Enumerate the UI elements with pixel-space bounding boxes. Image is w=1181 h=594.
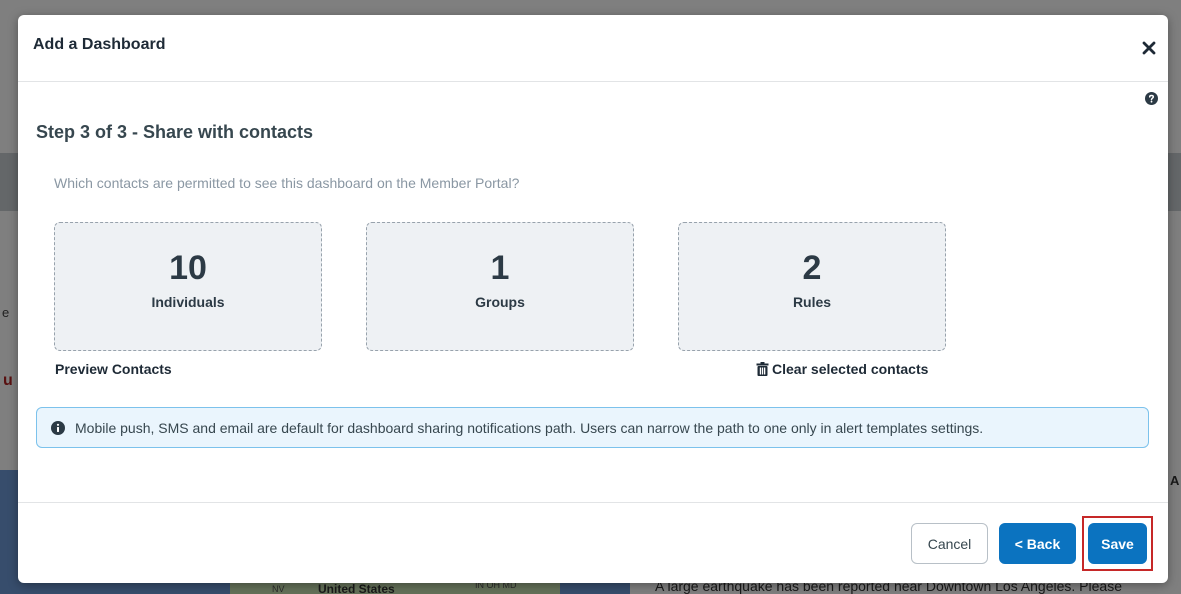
rules-label: Rules bbox=[792, 294, 832, 310]
rules-count: 2 bbox=[802, 249, 822, 287]
modal-title: Add a Dashboard bbox=[33, 36, 166, 53]
close-icon[interactable] bbox=[1138, 37, 1160, 59]
info-icon bbox=[51, 421, 65, 435]
rules-card[interactable]: 2 Rules bbox=[678, 222, 946, 351]
individuals-label: Individuals bbox=[151, 294, 225, 310]
info-banner: Mobile push, SMS and email are default f… bbox=[36, 407, 1149, 448]
clear-selected-contacts-link[interactable]: Clear selected contacts bbox=[756, 361, 928, 377]
info-message: Mobile push, SMS and email are default f… bbox=[75, 420, 984, 436]
groups-count: 1 bbox=[490, 249, 510, 287]
save-button[interactable]: Save bbox=[1088, 523, 1147, 564]
groups-card[interactable]: 1 Groups bbox=[366, 222, 634, 351]
share-question: Which contacts are permitted to see this… bbox=[54, 175, 520, 191]
help-icon[interactable] bbox=[1145, 92, 1158, 105]
add-dashboard-modal: Add a Dashboard Step 3 of 3 - Share with… bbox=[18, 15, 1168, 583]
preview-contacts-link[interactable]: Preview Contacts bbox=[55, 361, 172, 377]
step-title: Step 3 of 3 - Share with contacts bbox=[36, 122, 314, 142]
groups-label: Groups bbox=[475, 294, 525, 310]
footer-divider bbox=[18, 502, 1168, 503]
clear-selected-contacts-label: Clear selected contacts bbox=[772, 361, 929, 377]
trash-icon bbox=[756, 362, 769, 376]
individuals-card[interactable]: 10 Individuals bbox=[54, 222, 322, 351]
individuals-count: 10 bbox=[169, 249, 207, 287]
cancel-button[interactable]: Cancel bbox=[911, 523, 988, 564]
back-button[interactable]: < Back bbox=[999, 523, 1076, 564]
modal-header: Add a Dashboard bbox=[18, 15, 1168, 82]
